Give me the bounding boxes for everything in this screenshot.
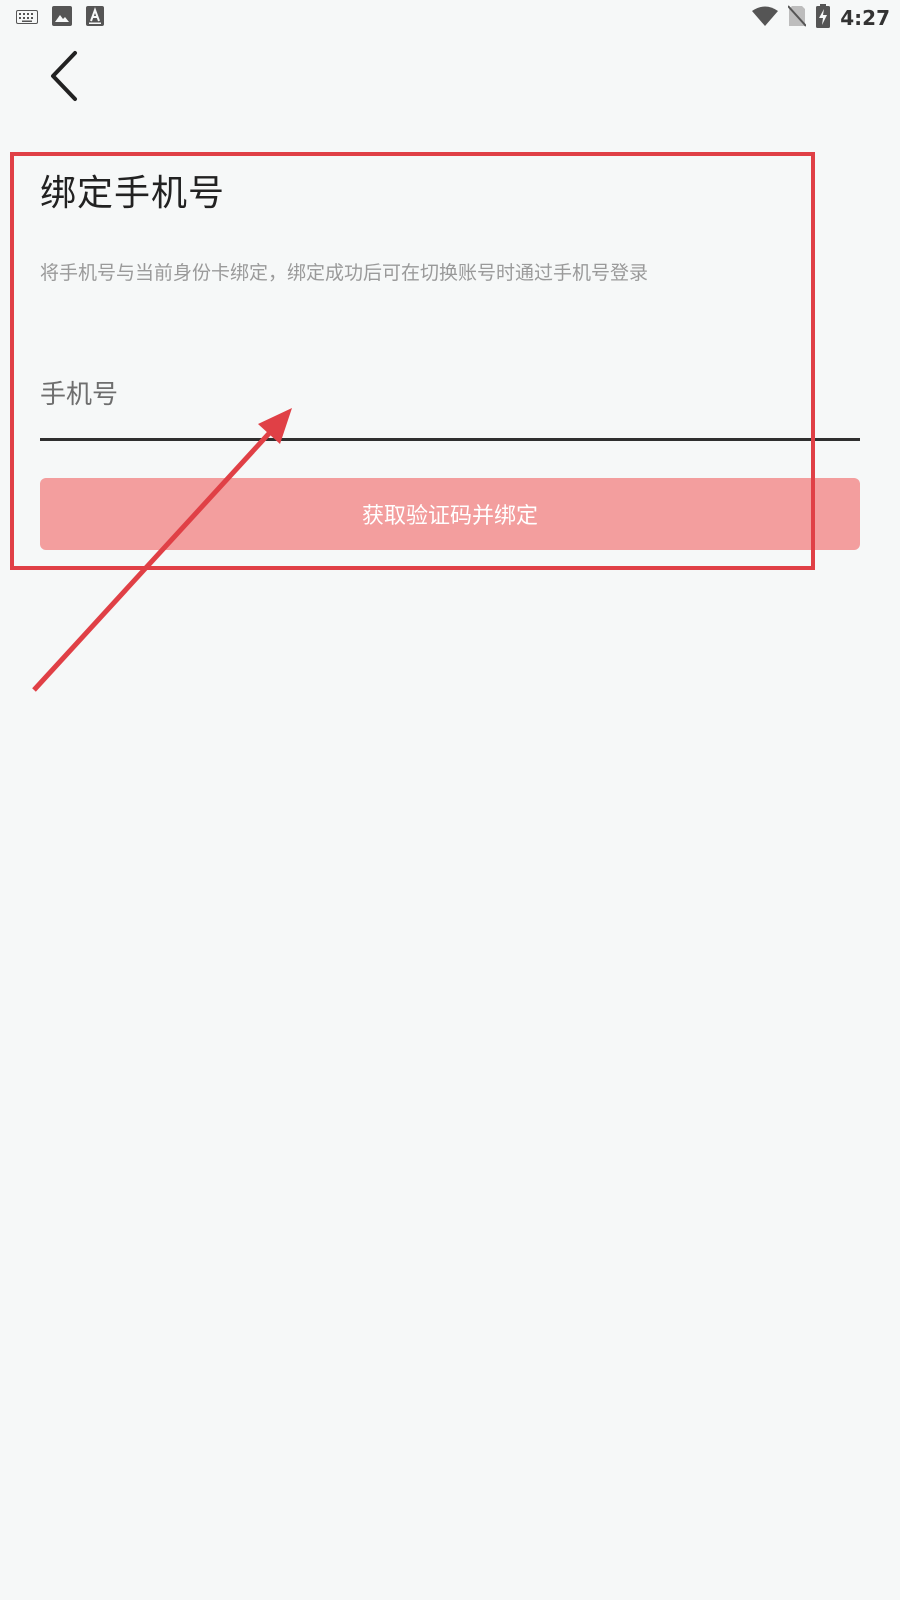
image-icon bbox=[52, 6, 72, 30]
back-button[interactable] bbox=[40, 50, 90, 106]
battery-charging-icon bbox=[816, 4, 831, 32]
font-icon bbox=[86, 6, 104, 30]
wifi-icon bbox=[752, 6, 779, 30]
get-code-and-bind-button[interactable]: 获取验证码并绑定 bbox=[40, 478, 860, 550]
no-sim-icon bbox=[787, 5, 807, 31]
chevron-left-icon bbox=[45, 50, 85, 106]
status-time: 4:27 bbox=[840, 6, 890, 30]
bind-phone-screen: 4:27 绑定手机号 将手机号与当前身份卡绑定，绑定成功后可在切换账号时通过手机… bbox=[0, 0, 900, 1600]
status-bar: 4:27 bbox=[0, 0, 900, 36]
phone-input-container bbox=[40, 360, 860, 441]
status-left-icons bbox=[16, 6, 104, 30]
keyboard-icon bbox=[16, 9, 38, 28]
annotation-arrow bbox=[32, 408, 292, 692]
status-right-icons: 4:27 bbox=[752, 4, 890, 32]
phone-number-input[interactable] bbox=[40, 360, 860, 430]
page-title: 绑定手机号 bbox=[40, 173, 226, 214]
page-description: 将手机号与当前身份卡绑定，绑定成功后可在切换账号时通过手机号登录 bbox=[40, 262, 649, 284]
